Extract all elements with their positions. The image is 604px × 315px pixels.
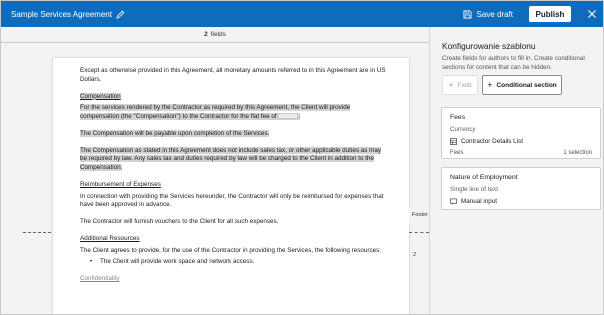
fields-count-label: fields — [210, 30, 226, 38]
document-title: Sample Services Agreement — [11, 9, 112, 19]
document-page: Except as otherwise provided in this Agr… — [53, 58, 409, 314]
payable-text: The Compensation will be payable upon co… — [80, 129, 270, 137]
heading-additional-resources: Additional Resources — [80, 235, 140, 243]
edit-icon[interactable] — [116, 10, 125, 19]
close-icon[interactable] — [587, 9, 597, 19]
save-draft-button[interactable]: Save draft — [463, 10, 513, 19]
paragraph: For the services rendered by the Contrac… — [80, 104, 386, 121]
paragraph: The Compensation will be payable upon co… — [80, 129, 386, 139]
plus-icon: + — [448, 80, 454, 90]
heading-reimbursement: Reimbursement of Expenses — [80, 180, 161, 188]
page-break-left — [23, 232, 51, 233]
template-config-panel: Konfigurowanie szablonu Create fields fo… — [429, 27, 603, 314]
publish-button[interactable]: Publish — [529, 6, 571, 22]
section-heading: Compensation — [80, 92, 386, 102]
panel-description: Create fields for authors to fill in. Cr… — [442, 55, 585, 71]
fields-count-number: 2 — [204, 30, 208, 38]
paragraph: The Contractor will furnish vouchers to … — [80, 218, 279, 226]
add-conditional-section-button[interactable]: + Conditional section — [482, 75, 562, 95]
paragraph: The Compensation as stated in this Agree… — [80, 146, 386, 173]
selection-count: 1 selection — [563, 150, 592, 156]
source-list-name: Contractor Details List — [461, 138, 523, 145]
page-break-right — [409, 232, 429, 233]
plus-icon: + — [487, 80, 493, 90]
heading-compensation: Compensation — [80, 92, 121, 100]
add-field-label: Field — [457, 81, 472, 89]
source-manual-input: Manual input — [461, 198, 498, 205]
field-card-source: Contractor Details List — [450, 138, 523, 145]
field-card-type: Currency — [450, 126, 476, 133]
fees-field-placeholder[interactable] — [278, 113, 299, 120]
document-area: 2 fields Except as otherwise provided in… — [1, 27, 429, 314]
compensation-text: For the services rendered by the Contrac… — [80, 104, 351, 120]
field-card-fees[interactable]: Fees Currency Contractor Details List Fe… — [441, 107, 601, 159]
panel-actions: + Field + Conditional section — [442, 75, 562, 95]
footer-page-number: 2 — [413, 252, 417, 258]
field-card-type: Single line of text — [450, 186, 498, 193]
footer-label[interactable]: Footer — [409, 208, 429, 222]
save-draft-label: Save draft — [476, 9, 513, 19]
list-icon — [450, 138, 457, 145]
compensation-sentence: For the services rendered by the Contrac… — [80, 104, 351, 120]
field-card-nature-of-employment[interactable]: Nature of Employment Single line of text… — [441, 167, 601, 210]
fee-suffix: . — [298, 112, 301, 120]
input-icon — [450, 198, 457, 205]
tax-text: The Compensation as stated in this Agree… — [80, 146, 382, 171]
app-window: Sample Services Agreement Save draft Pub… — [0, 0, 604, 315]
source-column: Fees — [450, 150, 464, 156]
list-item: The Client will provide work space and n… — [80, 258, 386, 267]
field-card-source: Manual input — [450, 198, 497, 205]
field-card-title: Fees — [450, 114, 466, 121]
paragraph: In connection with providing the Service… — [80, 192, 384, 209]
paragraph: Except as otherwise provided in this Agr… — [80, 67, 386, 83]
panel-title: Konfigurowanie szablonu — [442, 41, 536, 51]
divider — [1, 42, 429, 43]
field-card-title: Nature of Employment — [450, 174, 518, 181]
document-body: Except as otherwise provided in this Agr… — [80, 67, 386, 292]
fields-count: 2 fields — [1, 27, 429, 41]
paragraph: The Client agrees to provide, for the us… — [80, 246, 382, 254]
save-icon — [463, 9, 472, 19]
add-field-button[interactable]: + Field — [442, 75, 478, 95]
heading-confidentiality: Confidentiality — [80, 275, 120, 283]
header-bar: Sample Services Agreement Save draft Pub… — [1, 1, 603, 27]
conditional-section-label: Conditional section — [496, 81, 557, 89]
